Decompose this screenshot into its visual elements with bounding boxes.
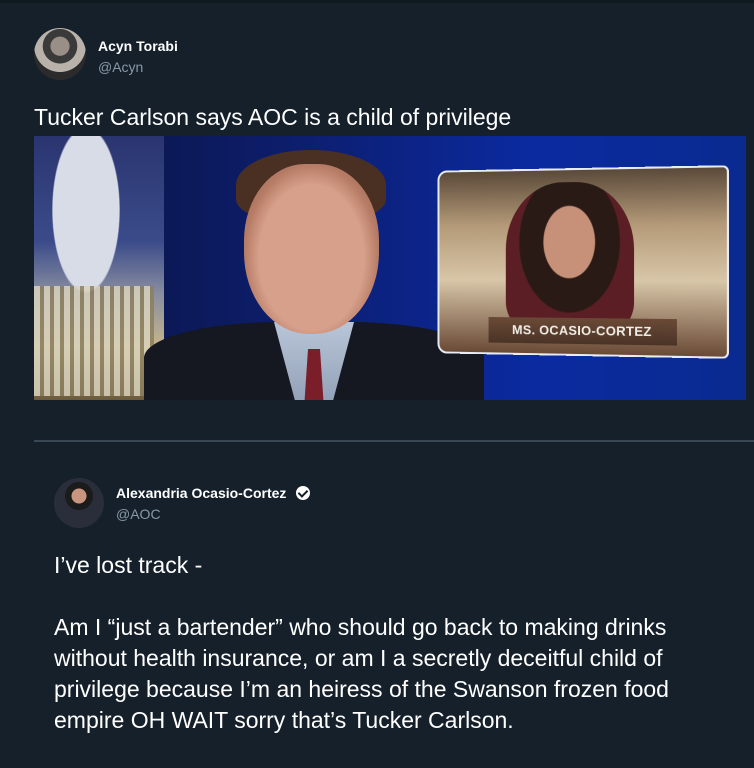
author-handle[interactable]: @AOC: [116, 506, 161, 522]
verified-badge-icon: [296, 486, 311, 500]
author-name-row[interactable]: Alexandria Ocasio-Cortez: [116, 484, 311, 501]
avatar[interactable]: [34, 28, 86, 80]
divider: [34, 440, 754, 442]
nameplate: MS. OCASIO-CORTEZ: [488, 316, 677, 346]
tweet-text: I’ve lost track - Am I “just a bartender…: [54, 550, 744, 767]
host-head: [244, 164, 379, 334]
tweet-text: Tucker Carlson says AOC is a child of pr…: [34, 104, 512, 130]
author-handle[interactable]: @Acyn: [98, 59, 143, 75]
capitol-columns: [34, 286, 154, 396]
author-name[interactable]: Acyn Torabi: [98, 38, 178, 54]
inset-video-box: MS. OCASIO-CORTEZ: [437, 165, 729, 359]
inset-person: [505, 181, 635, 333]
host-figure: [144, 144, 484, 400]
author-name[interactable]: Alexandria Ocasio-Cortez: [116, 485, 286, 501]
tweet-media-image[interactable]: MS. OCASIO-CORTEZ: [34, 136, 746, 400]
tweet-text-line: I’ve lost track -: [54, 552, 203, 578]
avatar[interactable]: [54, 478, 104, 528]
screenshot-frame: Acyn Torabi @Acyn Tucker Carlson says AO…: [0, 0, 754, 768]
tweet-text-paragraph: Am I “just a bartender” who should go ba…: [54, 614, 669, 733]
